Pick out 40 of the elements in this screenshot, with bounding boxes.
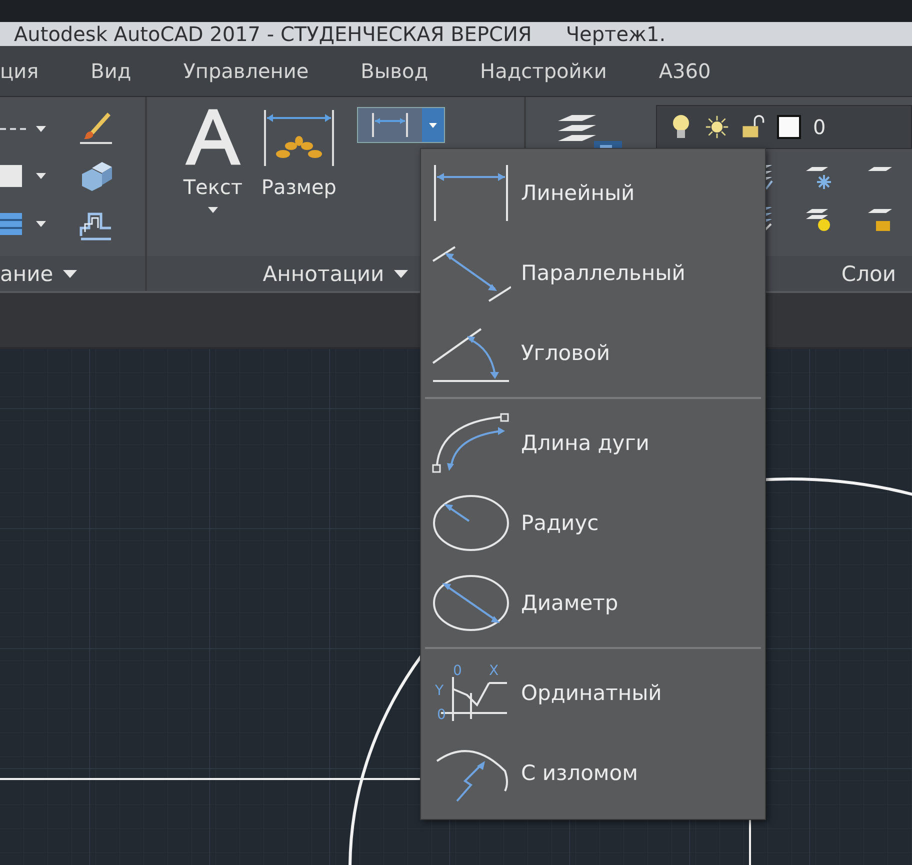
arc-length-icon — [431, 413, 511, 473]
linear-dimension-icon — [431, 163, 511, 223]
ribbon-tab[interactable]: Управление — [157, 59, 335, 83]
ribbon-tab[interactable]: ция — [0, 59, 65, 83]
menu-item[interactable]: Линейный — [421, 153, 765, 233]
text-tool-button[interactable]: Текст — [176, 107, 249, 213]
radius-dimension-icon — [431, 493, 511, 553]
menu-item[interactable]: Диаметр — [421, 563, 765, 643]
brush-icon[interactable] — [78, 110, 114, 147]
sun-icon — [705, 114, 729, 140]
caret-icon[interactable] — [36, 173, 46, 180]
vertical-line — [749, 819, 751, 865]
panel-title: Слои — [841, 262, 896, 286]
caret-icon[interactable] — [394, 270, 408, 278]
document-title: Чертеж1. — [566, 22, 666, 46]
layer-dropdown[interactable]: 0 — [656, 105, 912, 149]
menu-item[interactable]: Длина дуги — [421, 403, 765, 483]
menu-item[interactable]: С изломом — [421, 733, 765, 813]
ribbon-tab[interactable]: А360 — [632, 59, 737, 83]
menu-item[interactable]: Параллельный — [421, 233, 765, 313]
panel-title: Аннотации — [262, 262, 384, 286]
dimension-tool-button[interactable]: Размер — [256, 107, 341, 199]
panel-title: ание — [0, 262, 54, 286]
caret-icon[interactable] — [36, 126, 46, 132]
diameter-dimension-icon — [431, 573, 511, 633]
layer-name: 0 — [813, 115, 826, 139]
caret-icon[interactable] — [208, 207, 218, 213]
window-title: Autodesk AutoCAD 2017 - СТУДЕНЧЕСКАЯ ВЕРСИЯ — [14, 22, 532, 46]
menu-item[interactable]: 0 X Y 0 Ординатный — [421, 653, 765, 733]
menu-item[interactable]: Радиус — [421, 483, 765, 563]
unlocked-padlock-icon — [741, 114, 765, 140]
ribbon-tab[interactable]: Надстройки — [454, 59, 633, 83]
caret-icon[interactable] — [36, 221, 46, 228]
dimension-split-button[interactable] — [356, 107, 445, 143]
color-square-icon — [777, 114, 801, 140]
caret-icon[interactable] — [63, 270, 78, 278]
caret-icon[interactable] — [422, 108, 444, 142]
ribbon-tab[interactable]: Вид — [64, 59, 158, 83]
ribbon-tab[interactable]: Вывод — [334, 59, 454, 83]
menu-item[interactable]: Угловой — [421, 313, 765, 393]
